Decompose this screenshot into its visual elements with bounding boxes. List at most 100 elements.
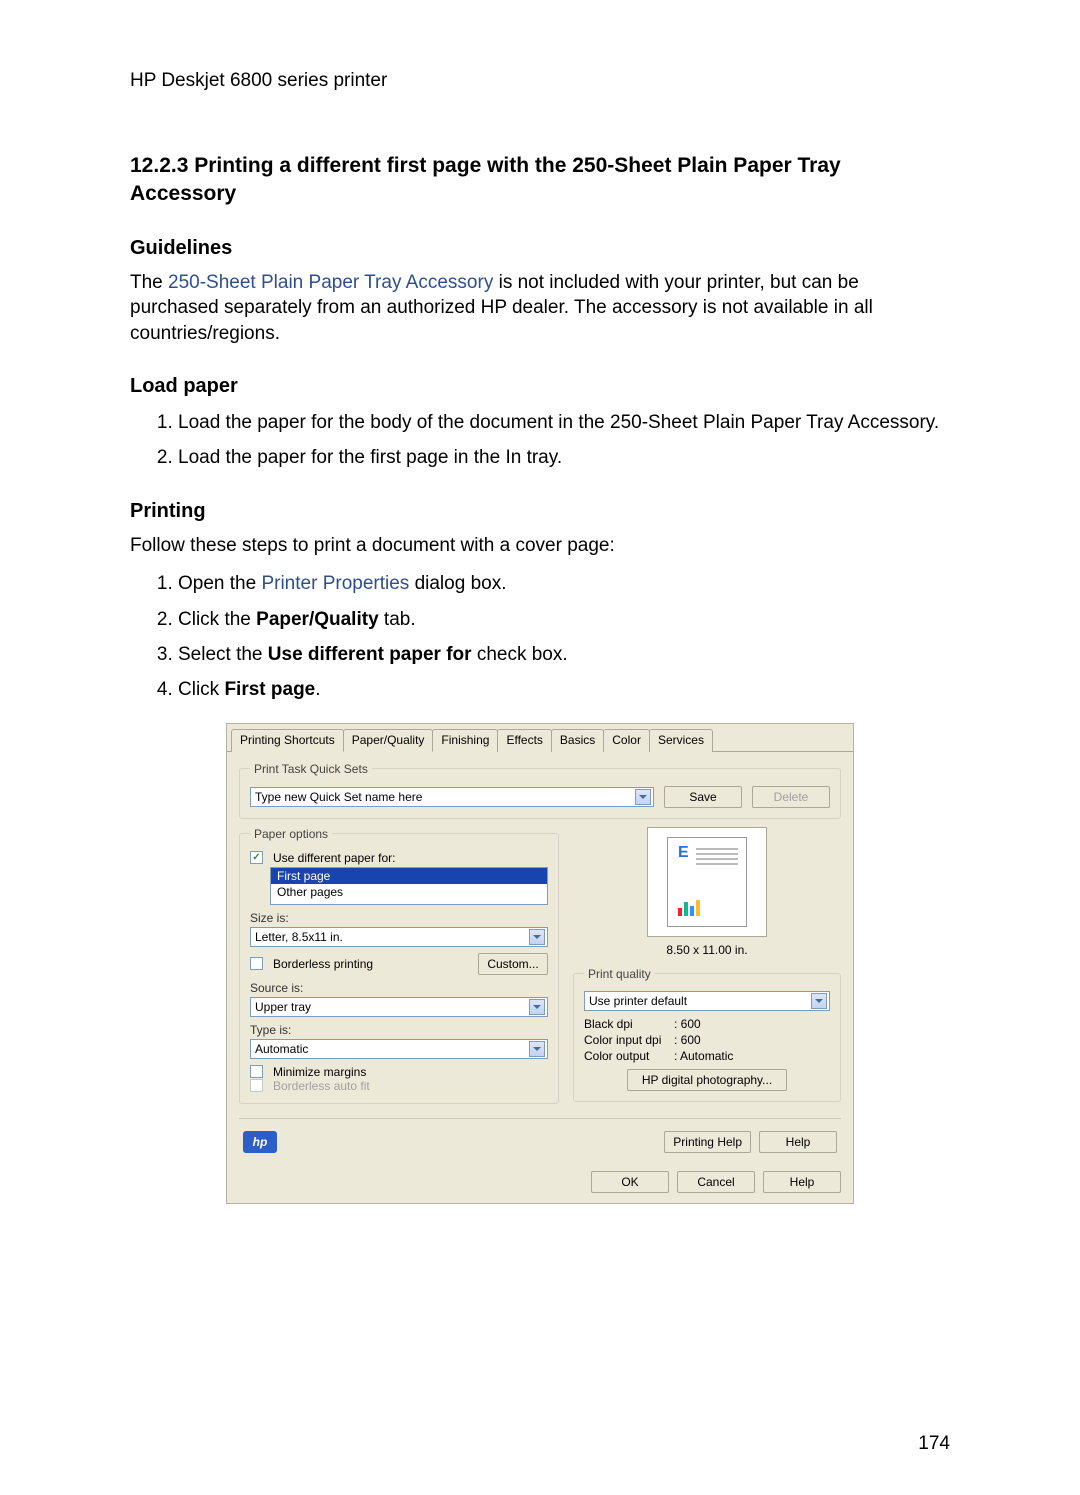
chevron-down-icon[interactable] (811, 993, 827, 1009)
text: Open the (178, 573, 261, 594)
size-label: Size is: (250, 911, 548, 925)
borderless-autofit-label: Borderless auto fit (273, 1079, 370, 1093)
save-button[interactable]: Save (664, 786, 742, 808)
list-item-first-page[interactable]: First page (271, 868, 547, 884)
borderless-printing-checkbox[interactable] (250, 957, 263, 970)
source-combo[interactable]: Upper tray (250, 997, 548, 1017)
printing-heading: Printing (130, 500, 950, 523)
printing-help-button[interactable]: Printing Help (664, 1131, 751, 1153)
paper-options-group: Paper options Use different paper for: F… (239, 827, 559, 1104)
size-value: Letter, 8.5x11 in. (255, 930, 343, 944)
color-dpi-info: Color input dpi : 600 (584, 1033, 830, 1047)
tab-effects[interactable]: Effects (497, 729, 551, 752)
tab-services[interactable]: Services (649, 729, 713, 752)
list-item: Open the Printer Properties dialog box. (178, 569, 950, 598)
hp-logo-icon: hp (243, 1131, 277, 1153)
chevron-down-icon[interactable] (529, 999, 545, 1015)
color-dpi-value: : 600 (674, 1033, 701, 1047)
text: Click (178, 679, 224, 700)
text: tab. (379, 609, 416, 630)
tab-printing-shortcuts[interactable]: Printing Shortcuts (231, 729, 344, 752)
text: dialog box. (409, 573, 506, 594)
bold-text: Paper/Quality (256, 609, 379, 630)
dialog-figure: Printing Shortcuts Paper/Quality Finishi… (130, 723, 950, 1204)
section-title: 12.2.3 Printing a different first page w… (130, 152, 950, 209)
source-value: Upper tray (255, 1000, 311, 1014)
text-lines-icon (696, 848, 738, 868)
list-item: Load the paper for the body of the docum… (178, 408, 950, 437)
chevron-down-icon[interactable] (529, 1041, 545, 1057)
tab-basics[interactable]: Basics (551, 729, 604, 752)
text: Click the (178, 609, 256, 630)
bold-text: First page (224, 679, 315, 700)
preview-dimensions: 8.50 x 11.00 in. (573, 943, 841, 957)
bold-text: Use different paper for (268, 644, 472, 665)
print-quality-combo[interactable]: Use printer default (584, 991, 830, 1011)
quicksets-legend: Print Task Quick Sets (250, 762, 372, 776)
type-label: Type is: (250, 1023, 548, 1037)
delete-button: Delete (752, 786, 830, 808)
source-label: Source is: (250, 981, 548, 995)
size-combo[interactable]: Letter, 8.5x11 in. (250, 927, 548, 947)
borderless-autofit-row: Borderless auto fit (250, 1079, 548, 1093)
tab-panel: Print Task Quick Sets Type new Quick Set… (227, 752, 853, 1159)
list-item: Load the paper for the first page in the… (178, 443, 950, 472)
black-dpi-label: Black dpi (584, 1017, 674, 1031)
ok-button[interactable]: OK (591, 1171, 669, 1193)
tab-paper-quality[interactable]: Paper/Quality (343, 729, 434, 752)
guidelines-heading: Guidelines (130, 237, 950, 260)
hp-digital-photography-button[interactable]: HP digital photography... (627, 1069, 787, 1091)
minimize-margins-row[interactable]: Minimize margins (250, 1065, 548, 1079)
dialog-buttons: OK Cancel Help (227, 1163, 853, 1193)
quickset-name-combo[interactable]: Type new Quick Set name here (250, 787, 654, 807)
color-output-value: : Automatic (674, 1049, 733, 1063)
printer-name: HP Deskjet 6800 series printer (130, 70, 950, 92)
printer-properties-dialog: Printing Shortcuts Paper/Quality Finishi… (226, 723, 854, 1204)
cancel-button[interactable]: Cancel (677, 1171, 755, 1193)
type-value: Automatic (255, 1042, 308, 1056)
text: Select the (178, 644, 268, 665)
chevron-down-icon[interactable] (635, 789, 651, 805)
bar-chart-icon (678, 900, 700, 916)
preview-page-icon: E (667, 837, 747, 927)
black-dpi-info: Black dpi : 600 (584, 1017, 830, 1031)
borderless-printing-row[interactable]: Borderless printing (250, 957, 373, 971)
help-button-bottom[interactable]: Help (763, 1171, 841, 1193)
panel-footer: hp Printing Help Help (239, 1125, 841, 1155)
minimize-margins-checkbox[interactable] (250, 1065, 263, 1078)
help-button[interactable]: Help (759, 1131, 837, 1153)
borderless-printing-label: Borderless printing (273, 957, 373, 971)
separator (239, 1118, 841, 1119)
use-different-paper-row[interactable]: Use different paper for: (250, 851, 548, 865)
quicksets-group: Print Task Quick Sets Type new Quick Set… (239, 762, 841, 819)
minimize-margins-label: Minimize margins (273, 1065, 366, 1079)
letter-e-icon: E (678, 844, 689, 862)
load-paper-steps: Load the paper for the body of the docum… (130, 408, 950, 473)
text: The (130, 272, 168, 293)
chevron-down-icon[interactable] (529, 929, 545, 945)
dialog-tabs: Printing Shortcuts Paper/Quality Finishi… (227, 724, 853, 752)
page-selection-listbox[interactable]: First page Other pages (270, 867, 548, 905)
accessory-link[interactable]: 250-Sheet Plain Paper Tray Accessory (168, 272, 493, 293)
right-column: E 8.50 x 11.00 in. (573, 827, 841, 1112)
custom-button[interactable]: Custom... (478, 953, 548, 975)
document-page: HP Deskjet 6800 series printer 12.2.3 Pr… (0, 0, 1080, 1495)
color-dpi-label: Color input dpi (584, 1033, 674, 1047)
use-different-paper-checkbox[interactable] (250, 851, 263, 864)
tab-finishing[interactable]: Finishing (432, 729, 498, 752)
print-quality-legend: Print quality (584, 967, 655, 981)
printer-properties-link[interactable]: Printer Properties (261, 573, 409, 594)
text: check box. (472, 644, 568, 665)
quickset-name-value: Type new Quick Set name here (255, 790, 422, 804)
list-item: Click First page. (178, 675, 950, 704)
tab-color[interactable]: Color (603, 729, 650, 752)
list-item: Select the Use different paper for check… (178, 640, 950, 669)
paper-options-legend: Paper options (250, 827, 332, 841)
type-combo[interactable]: Automatic (250, 1039, 548, 1059)
list-item-other-pages[interactable]: Other pages (271, 884, 547, 900)
printing-intro: Follow these steps to print a document w… (130, 533, 950, 559)
printing-steps: Open the Printer Properties dialog box. … (130, 569, 950, 705)
use-different-paper-label: Use different paper for: (273, 851, 396, 865)
color-output-info: Color output : Automatic (584, 1049, 830, 1063)
page-preview: E (647, 827, 767, 937)
